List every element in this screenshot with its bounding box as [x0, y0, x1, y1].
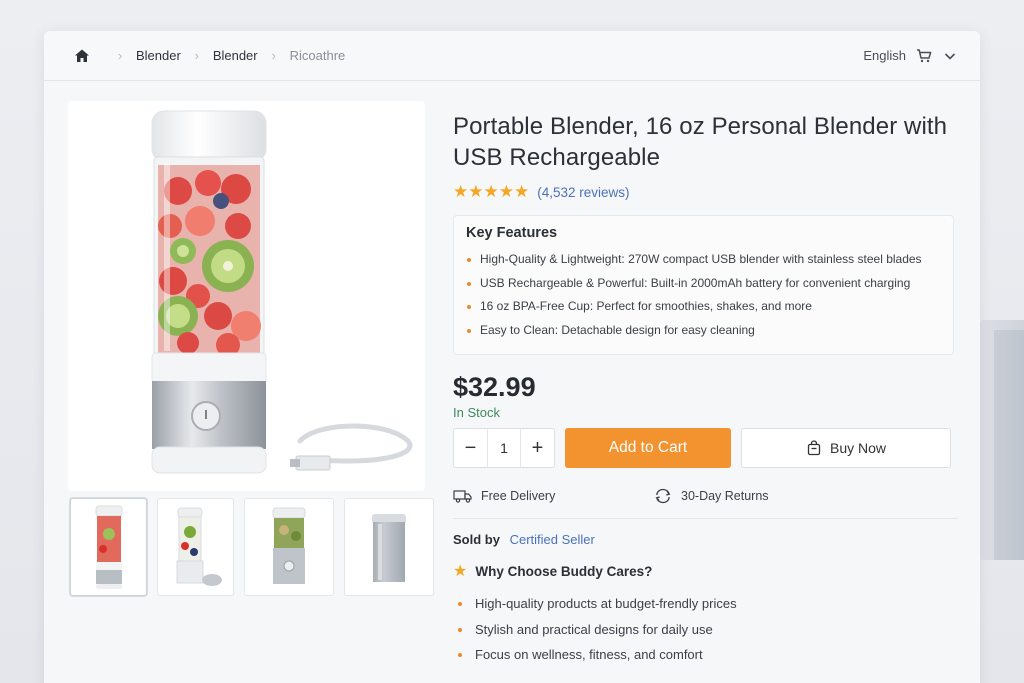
- thumbnail-2[interactable]: [157, 498, 234, 596]
- thumbnail-blender-steel-icon: [272, 507, 306, 584]
- quantity-value[interactable]: 1: [487, 429, 521, 467]
- product-title: Portable Blender, 16 oz Personal Blender…: [453, 113, 948, 171]
- feature-item: High-Quality & Lightweight: 270W compact…: [466, 248, 941, 272]
- why-choose-title: Why Choose Buddy Cares?: [475, 563, 653, 579]
- language-selector[interactable]: English: [863, 48, 906, 63]
- home-icon[interactable]: [74, 48, 90, 64]
- product-details: Portable Blender, 16 oz Personal Blender…: [453, 111, 958, 668]
- breadcrumb: › Blender › Blender › Ricoathre: [74, 48, 863, 64]
- cart-icon[interactable]: [916, 48, 932, 64]
- truck-icon: [453, 490, 472, 503]
- stock-status: In Stock: [453, 405, 500, 420]
- thumbnail-blender-open-icon: [176, 507, 222, 586]
- buy-now-label: Buy Now: [829, 440, 887, 456]
- breadcrumb-separator: ›: [117, 48, 123, 63]
- quantity-increase-button[interactable]: +: [521, 429, 554, 467]
- star-icon: ★: [453, 563, 468, 580]
- breadcrumb-item-1[interactable]: Blender: [136, 48, 181, 63]
- price: $32.99: [453, 372, 536, 402]
- thumbnail-3[interactable]: [244, 498, 334, 596]
- purchase-actions: − 1 + Add to Cart Buy Now: [453, 428, 958, 468]
- key-features-heading: Key Features: [466, 225, 558, 241]
- why-choose-heading: ★ Why Choose Buddy Cares?: [453, 561, 958, 581]
- why-choose-list: High-quality products at budget-frendly …: [453, 591, 958, 668]
- feature-item: 16 oz BPA-Free Cup: Perfect for smoothie…: [466, 295, 941, 319]
- shopping-bag-icon: [807, 440, 821, 456]
- breadcrumb-item-2[interactable]: Blender: [213, 48, 258, 63]
- header-tools: English: [863, 48, 958, 64]
- blender-illustration: [151, 110, 413, 474]
- quantity-decrease-button[interactable]: −: [454, 429, 487, 467]
- free-delivery: Free Delivery: [453, 488, 653, 504]
- thumbnail-blender-icon: [95, 505, 122, 589]
- chevron-down-icon[interactable]: [942, 48, 958, 64]
- returns-policy: 30-Day Returns: [653, 488, 769, 504]
- key-features-box: Key Features High-Quality & Lightweight:…: [453, 215, 954, 355]
- thumbnail-base-icon: [372, 514, 406, 582]
- seller-link[interactable]: Certified Seller: [510, 532, 595, 547]
- feature-item: Easy to Clean: Detachable design for eas…: [466, 319, 941, 343]
- divider: [453, 518, 958, 519]
- returns-label: 30-Day Returns: [681, 489, 769, 503]
- star-rating: ★★★★★: [453, 182, 530, 201]
- reviews-link[interactable]: (4,532 reviews): [537, 185, 629, 200]
- sold-by-label: Sold by: [453, 532, 500, 547]
- thumbnail-4[interactable]: [344, 498, 434, 596]
- thumbnail-1[interactable]: [70, 498, 147, 596]
- why-item: Stylish and practical designs for daily …: [453, 617, 958, 643]
- key-features-list: High-Quality & Lightweight: 270W compact…: [466, 248, 941, 342]
- add-to-cart-button[interactable]: Add to Cart: [565, 428, 731, 468]
- breadcrumb-separator: ›: [194, 48, 199, 63]
- feature-item: USB Rechargeable & Powerful: Built-in 20…: [466, 272, 941, 296]
- breadcrumb-separator: ›: [271, 48, 276, 63]
- why-item: Focus on wellness, fitness, and comfort: [453, 642, 958, 668]
- quantity-stepper: − 1 +: [453, 428, 555, 468]
- thumbnail-strip: [70, 498, 434, 596]
- rating-row: ★★★★★ (4,532 reviews): [453, 182, 958, 202]
- why-item: High-quality products at budget-frendly …: [453, 591, 958, 617]
- buy-now-button[interactable]: Buy Now: [741, 428, 951, 468]
- returns-icon: [655, 488, 671, 504]
- main-product-image: [68, 101, 425, 491]
- top-bar: › Blender › Blender › Ricoathre English: [44, 31, 980, 81]
- perks-row: Free Delivery 30-Day Returns: [453, 488, 958, 504]
- product-page: › Blender › Blender › Ricoathre English: [44, 31, 980, 683]
- free-delivery-label: Free Delivery: [481, 489, 556, 503]
- breadcrumb-item-current: Ricoathre: [289, 48, 346, 63]
- background-decor-2: [994, 330, 1024, 560]
- seller-info: Sold by Certified Seller: [453, 532, 958, 547]
